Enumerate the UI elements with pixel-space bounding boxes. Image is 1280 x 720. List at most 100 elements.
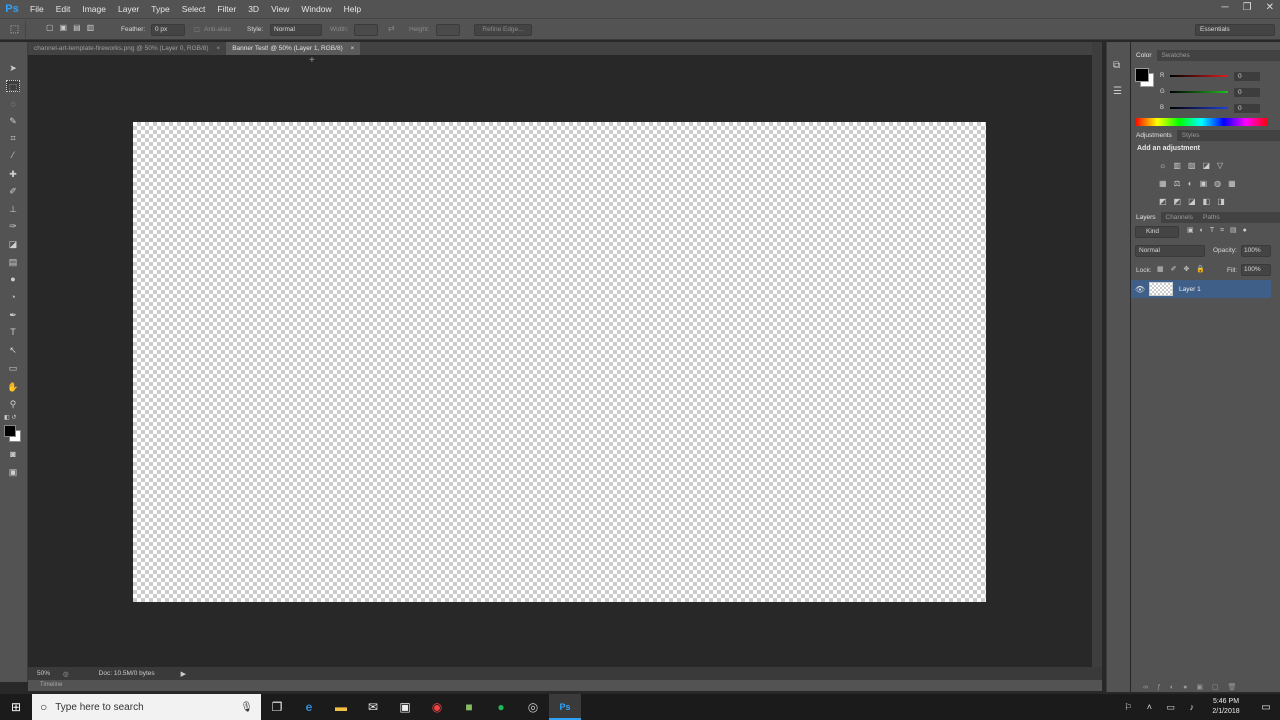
minimize-button[interactable]: ─ xyxy=(1222,2,1229,13)
menu-layer[interactable]: Layer xyxy=(112,4,145,14)
layer-filter-icons[interactable]: ▣◐T⌗▤● xyxy=(1187,226,1253,235)
dodge-tool-icon[interactable]: ◔ xyxy=(6,291,20,303)
blend-mode-select[interactable]: Normal xyxy=(1135,245,1205,257)
visibility-eye-icon[interactable]: 👁 xyxy=(1131,285,1149,294)
brush-tool-icon[interactable]: ✐ xyxy=(6,185,20,197)
lasso-tool-icon[interactable]: ◌ xyxy=(6,98,20,110)
restore-button[interactable]: ❐ xyxy=(1243,2,1252,13)
microphone-icon[interactable]: 🎙 xyxy=(240,702,253,713)
move-tool-icon[interactable]: ➤ xyxy=(6,62,20,74)
tab-adjustments[interactable]: Adjustments xyxy=(1131,130,1177,141)
color-foreground-swatch[interactable] xyxy=(1135,68,1149,82)
blue-slider[interactable] xyxy=(1170,107,1228,109)
history-icon[interactable]: ⧉ xyxy=(1113,60,1120,71)
vertical-scrollbar[interactable] xyxy=(1092,42,1102,682)
tab-styles[interactable]: Styles xyxy=(1177,130,1205,141)
notifications-icon[interactable]: ▭ xyxy=(1252,702,1280,713)
tab-color[interactable]: Color xyxy=(1131,50,1157,61)
mail-icon[interactable]: ✉ xyxy=(357,694,389,720)
windows-start-icon[interactable]: ⊞ xyxy=(0,694,32,720)
gradient-tool-icon[interactable]: ▤ xyxy=(6,256,20,268)
chrome-icon[interactable]: ◉ xyxy=(421,694,453,720)
rectangle-tool-icon[interactable]: ▭ xyxy=(6,362,20,374)
adjustment-icons[interactable]: ☼▥▨◪▽ ▦⚖◐▣◍▦ ◩◩◪◧◨ xyxy=(1159,157,1243,211)
swap-icon[interactable]: ⇄ xyxy=(388,24,395,33)
width-input[interactable] xyxy=(354,24,378,36)
tab-layers[interactable]: Layers xyxy=(1131,212,1161,223)
green-value[interactable]: 0 xyxy=(1234,87,1260,97)
close-tab-icon[interactable]: × xyxy=(351,45,355,52)
clone-stamp-icon[interactable]: ⊥ xyxy=(6,203,20,215)
spotify-icon[interactable]: ● xyxy=(485,694,517,720)
menu-3d[interactable]: 3D xyxy=(242,4,265,14)
clock[interactable]: 5:46 PM 2/1/2018 xyxy=(1200,697,1252,717)
history-brush-icon[interactable]: ✑ xyxy=(6,220,20,232)
timeline-panel[interactable]: Timeline xyxy=(28,680,1102,691)
tab-swatches[interactable]: Swatches xyxy=(1157,50,1195,61)
steam-icon[interactable]: ◎ xyxy=(517,694,549,720)
tab-channels[interactable]: Channels xyxy=(1161,212,1198,223)
menu-select[interactable]: Select xyxy=(176,4,212,14)
refine-edge-button[interactable]: Refine Edge... xyxy=(474,24,532,36)
menu-edit[interactable]: Edit xyxy=(50,4,77,14)
transparent-canvas[interactable] xyxy=(133,122,986,602)
store-icon[interactable]: ▣ xyxy=(389,694,421,720)
zoom-tool-icon[interactable]: ⚲ xyxy=(6,398,20,410)
style-select[interactable]: Normal xyxy=(270,24,322,36)
menu-type[interactable]: Type xyxy=(145,4,175,14)
workspace-select[interactable]: Essentials xyxy=(1195,24,1275,36)
photoshop-taskbar-icon[interactable]: Ps xyxy=(549,694,581,720)
eraser-icon[interactable]: ◪ xyxy=(6,238,20,250)
zoom-level[interactable]: 50% xyxy=(37,670,57,677)
layer-filter-kind[interactable]: Kind xyxy=(1135,226,1179,238)
fill-input[interactable]: 100% xyxy=(1241,264,1271,276)
task-view-icon[interactable]: ❐ xyxy=(261,694,293,720)
layer-panel-footer-icons[interactable]: ∞ƒ◐●▣▢🗑 xyxy=(1143,683,1245,691)
healing-brush-icon[interactable]: ✚ xyxy=(6,168,20,180)
default-colors-icon[interactable]: ◧ ↺ xyxy=(4,414,16,421)
eyedropper-icon[interactable]: ⁄ xyxy=(6,149,20,161)
feather-input[interactable]: 0 px xyxy=(151,24,185,36)
edge-icon[interactable]: e xyxy=(293,694,325,720)
menu-image[interactable]: Image xyxy=(76,4,112,14)
antialias-checkbox[interactable]: ☐ xyxy=(194,26,200,34)
quick-select-icon[interactable]: ✎ xyxy=(6,115,20,127)
layer-row[interactable]: 👁 Layer 1 xyxy=(1131,280,1271,298)
path-select-icon[interactable]: ↖ xyxy=(6,344,20,356)
layer-name[interactable]: Layer 1 xyxy=(1179,286,1201,293)
marquee-tool-icon[interactable]: ⬚ xyxy=(6,80,20,92)
menu-window[interactable]: Window xyxy=(295,4,337,14)
minecraft-icon[interactable]: ■ xyxy=(453,694,485,720)
red-value[interactable]: 0 xyxy=(1234,71,1260,81)
menu-view[interactable]: View xyxy=(265,4,295,14)
close-tab-icon[interactable]: × xyxy=(216,45,220,52)
red-slider[interactable] xyxy=(1170,75,1228,77)
pen-tool-icon[interactable]: ✒ xyxy=(6,309,20,321)
foreground-color-swatch[interactable] xyxy=(4,425,16,437)
color-spectrum[interactable] xyxy=(1135,118,1268,126)
hand-tool-icon[interactable]: ✋ xyxy=(6,381,20,393)
crop-tool-icon[interactable]: ⌗ xyxy=(6,132,20,144)
tab-channel-art[interactable]: channel-art-template-fireworks.png @ 50%… xyxy=(28,42,226,55)
status-arrow-icon[interactable]: ▶ xyxy=(181,670,186,678)
menu-filter[interactable]: Filter xyxy=(211,4,242,14)
properties-icon[interactable]: ☰ xyxy=(1113,86,1122,97)
photoshop-logo[interactable]: Ps xyxy=(0,3,24,15)
height-input[interactable] xyxy=(436,24,460,36)
close-button[interactable]: ✕ xyxy=(1266,2,1274,13)
opacity-input[interactable]: 100% xyxy=(1241,245,1271,257)
file-explorer-icon[interactable]: ▬ xyxy=(325,694,357,720)
tab-paths[interactable]: Paths xyxy=(1198,212,1225,223)
blur-tool-icon[interactable]: ● xyxy=(6,273,20,285)
status-menu-icon[interactable]: ◎ xyxy=(63,670,69,678)
system-tray-icons[interactable]: ⚐ ˄ ▭ ♪ xyxy=(1124,702,1200,713)
menu-file[interactable]: File xyxy=(24,4,50,14)
selection-mode-icons[interactable]: ▢▣▤▥ xyxy=(46,23,100,32)
green-slider[interactable] xyxy=(1170,91,1228,93)
menu-help[interactable]: Help xyxy=(338,4,367,14)
screen-mode-icon[interactable]: ▣ xyxy=(6,466,20,478)
lock-icons[interactable]: ▦✐✥🔒 xyxy=(1157,265,1212,273)
marquee-preset-icon[interactable]: ⬚ xyxy=(4,21,26,38)
tab-banner-test[interactable]: Banner Test! @ 50% (Layer 1, RGB/8) × xyxy=(226,42,361,55)
type-tool-icon[interactable]: T xyxy=(6,326,20,338)
